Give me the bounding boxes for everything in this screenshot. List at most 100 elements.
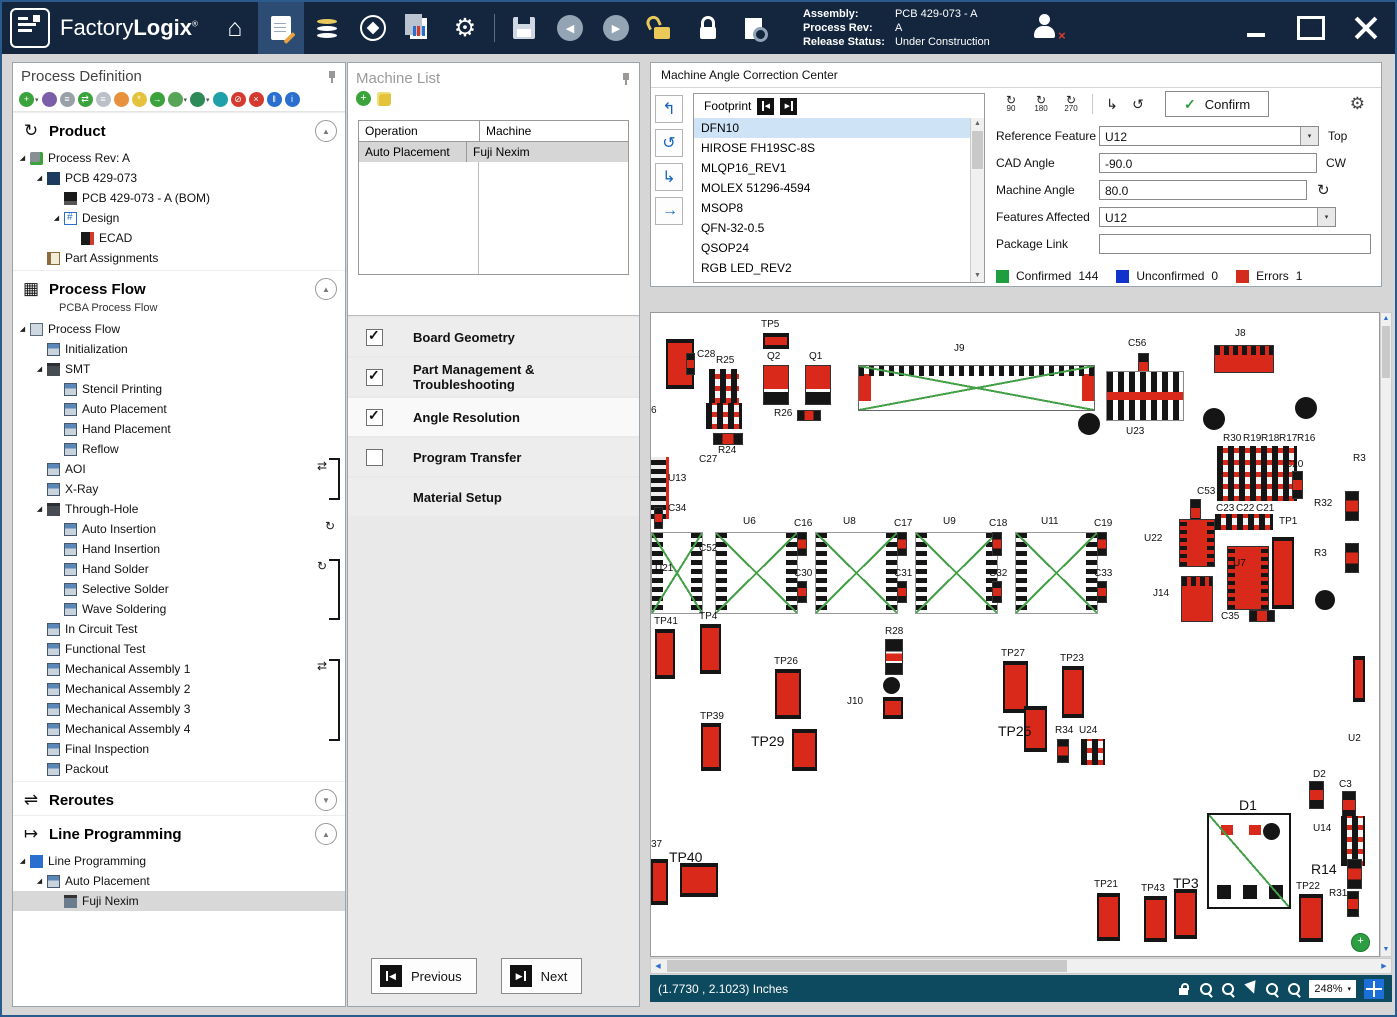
zoom-extents-button[interactable]: +: [1351, 933, 1370, 952]
pointer-icon[interactable]: [1243, 982, 1257, 996]
process-definition-button[interactable]: [258, 2, 304, 54]
pcb-component[interactable]: [1295, 397, 1317, 419]
pcb-component[interactable]: [885, 639, 903, 675]
tree-item[interactable]: ◢ Mechanical Assembly 1: [13, 659, 345, 679]
pcb-component[interactable]: [1292, 471, 1303, 499]
tree-item[interactable]: ◢ In Circuit Test: [13, 619, 345, 639]
settings-button[interactable]: ⚙: [442, 2, 488, 54]
reports-button[interactable]: [396, 2, 442, 54]
audit-search-button[interactable]: [731, 2, 777, 54]
horizontal-scrollbar[interactable]: ◀ ▶: [650, 958, 1392, 974]
pcb-component[interactable]: [1227, 546, 1269, 610]
pcb-component[interactable]: [1249, 610, 1275, 622]
pcb-component[interactable]: [1144, 896, 1167, 942]
footprint-item[interactable]: MOLEX 51296-4594: [694, 178, 971, 198]
expand-caret-icon[interactable]: ◢: [34, 505, 45, 513]
pcb-component[interactable]: [1342, 791, 1356, 819]
correction-tool-button[interactable]: →: [655, 197, 683, 225]
column-header-operation[interactable]: Operation: [359, 121, 480, 141]
zoom-in-icon[interactable]: [1221, 982, 1235, 996]
zoom-fit-icon[interactable]: [1199, 982, 1213, 996]
tree-item[interactable]: ◢ AOI: [13, 459, 345, 479]
pcb-component[interactable]: [1181, 576, 1213, 622]
pause-icon[interactable]: ‖▾: [267, 92, 282, 107]
go-icon[interactable]: →▾: [150, 92, 165, 107]
pcb-component[interactable]: [709, 369, 739, 403]
scroll-right-icon[interactable]: ▶: [1377, 962, 1391, 970]
field-control[interactable]: U12 ▾: [1099, 126, 1319, 146]
scroll-down-icon[interactable]: ▼: [1381, 944, 1391, 956]
tree-item[interactable]: ◢ Process Flow: [13, 319, 345, 339]
badge-icon[interactable]: ≡▾: [96, 92, 111, 107]
pcb-component[interactable]: [1215, 514, 1273, 530]
scroll-thumb[interactable]: [1382, 326, 1390, 378]
scroll-thumb[interactable]: [667, 960, 1067, 972]
tree-item[interactable]: ◢ Initialization: [13, 339, 345, 359]
stop-icon[interactable]: ×▾: [249, 92, 264, 107]
forward-button[interactable]: ▶: [593, 2, 639, 54]
tree-item[interactable]: ◢ Reflow: [13, 439, 345, 459]
pcb-component[interactable]: [1214, 345, 1274, 373]
pcb-component[interactable]: [680, 863, 718, 897]
tree-item[interactable]: ◢ X-Ray: [13, 479, 345, 499]
tree-item[interactable]: ◢ Fuji Nexim: [13, 891, 345, 911]
home-button[interactable]: ⌂: [212, 2, 258, 54]
reroutes-section-header[interactable]: ⇌ Reroutes ▼: [13, 781, 345, 815]
pcb-component[interactable]: [655, 629, 675, 679]
rotate-angle-button[interactable]: ↻ 90: [996, 91, 1026, 117]
wizard-step[interactable]: Program Transfer: [348, 438, 639, 476]
tree-item[interactable]: ◢ Auto Placement: [13, 871, 345, 891]
tree-item[interactable]: ◢ Final Inspection: [13, 739, 345, 759]
flower-icon[interactable]: *▾: [132, 92, 147, 107]
globe-icon[interactable]: ▾: [42, 92, 57, 107]
scroll-up-icon[interactable]: ▲: [1381, 313, 1391, 325]
product-section-header[interactable]: ↻ Product ▲: [13, 112, 345, 146]
pcb-component[interactable]: [763, 365, 789, 405]
pcb-component[interactable]: [897, 581, 907, 603]
rotate-angle-button[interactable]: ↻ 180: [1026, 91, 1056, 117]
field-control[interactable]: ▾: [1099, 234, 1371, 254]
pcb-component[interactable]: [797, 532, 807, 556]
pcb-component[interactable]: [992, 581, 1002, 603]
footprint-scrollbar[interactable]: ▲ ▼: [970, 118, 984, 282]
collapse-line-programming-button[interactable]: ▲: [315, 823, 337, 845]
pcb-component[interactable]: [1272, 537, 1294, 609]
rotate-angle-button[interactable]: ↻ 270: [1056, 91, 1086, 117]
last-footprint-button[interactable]: ▶: [780, 98, 797, 115]
tree-item[interactable]: ◢ Selective Solder: [13, 579, 345, 599]
pan-control-icon[interactable]: [1364, 979, 1384, 999]
save-button[interactable]: [501, 2, 547, 54]
tree-item[interactable]: ◢ PCB 429-073 - A (BOM): [13, 188, 345, 208]
footprint-item[interactable]: HIROSE FH19SC-8S: [694, 138, 971, 158]
pcb-component[interactable]: [1081, 739, 1105, 765]
pcb-component[interactable]: [1174, 889, 1197, 939]
tree-item[interactable]: ◢ ECAD: [13, 228, 345, 248]
pcb-component[interactable]: [1345, 543, 1359, 573]
tree-item[interactable]: ◢ Mechanical Assembly 2: [13, 679, 345, 699]
tree-item[interactable]: ◢ SMT: [13, 359, 345, 379]
navigator-button[interactable]: [350, 2, 396, 54]
zoom-out-icon[interactable]: [1265, 982, 1279, 996]
step-checkbox[interactable]: [366, 329, 383, 346]
expand-caret-icon[interactable]: ◢: [17, 325, 28, 333]
pcb-component[interactable]: [992, 532, 1002, 556]
reset-rotation-button[interactable]: ↺: [1125, 92, 1151, 116]
tree-item[interactable]: ◢ Mechanical Assembly 4: [13, 719, 345, 739]
close-button[interactable]: [1353, 15, 1379, 41]
lock-button[interactable]: [685, 2, 731, 54]
pcb-component[interactable]: [1347, 859, 1362, 889]
expand-reroutes-button[interactable]: ▼: [315, 789, 337, 811]
chevron-down-icon[interactable]: ▾: [1317, 208, 1335, 226]
pcb-component[interactable]: [897, 532, 907, 556]
expand-caret-icon[interactable]: ◢: [34, 365, 45, 373]
user-logout-button[interactable]: ×: [1030, 13, 1064, 43]
tree-item[interactable]: ◢ Auto Placement: [13, 399, 345, 419]
pcb-component[interactable]: [1353, 656, 1365, 702]
pcb-component[interactable]: [883, 677, 900, 694]
orb-icon[interactable]: ▾: [213, 92, 228, 107]
pcb-component[interactable]: [775, 669, 801, 719]
correction-settings-button[interactable]: ⚙: [1344, 93, 1371, 115]
footprint-item[interactable]: RGB LED_REV2: [694, 258, 971, 278]
maximize-button[interactable]: [1297, 16, 1325, 40]
pcb-component[interactable]: [1179, 519, 1215, 567]
